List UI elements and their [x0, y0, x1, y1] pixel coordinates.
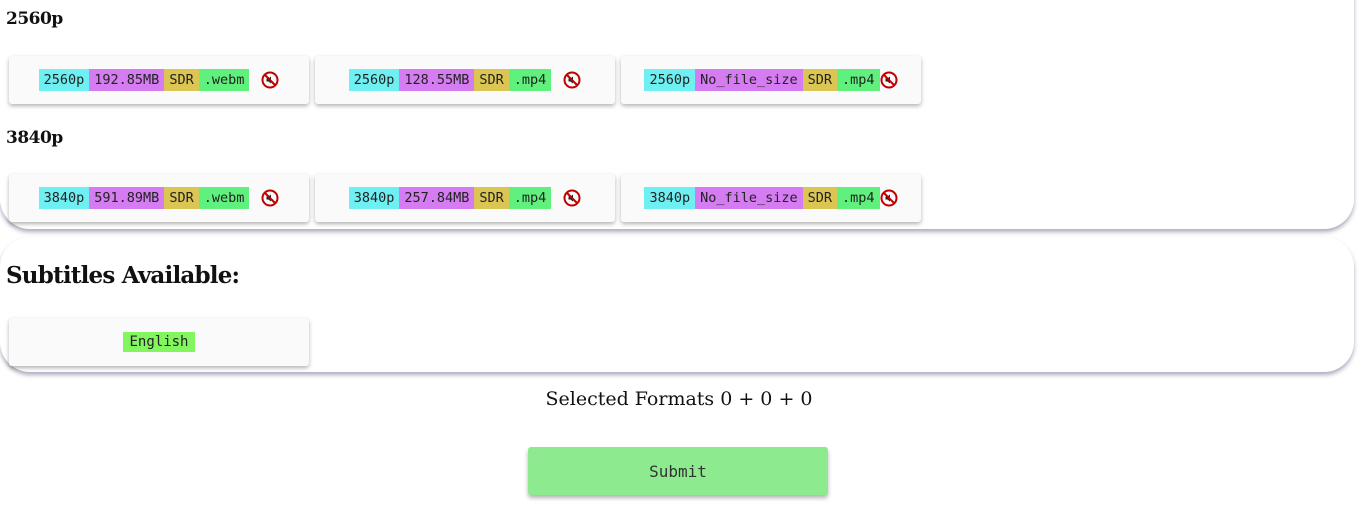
extension-tag: .webm: [198, 69, 250, 91]
format-card-3840p-mp4-nosize[interactable]: 3840p No_file_size SDR .mp4: [621, 174, 921, 222]
resolution-tag: 3840p: [38, 187, 90, 209]
resolution-tag: 3840p: [348, 187, 400, 209]
size-tag: 591.89MB: [89, 187, 165, 209]
hdr-tag: SDR: [164, 187, 199, 209]
subtitle-card-english[interactable]: English: [9, 318, 309, 366]
muted-speaker-icon: [880, 71, 898, 89]
language-tag: English: [123, 332, 195, 352]
resolution-tag: 2560p: [348, 69, 400, 91]
group-heading-2560p: 2560p: [6, 9, 63, 29]
format-tags: 2560p 128.55MB SDR .mp4: [348, 69, 552, 91]
format-tags: 3840p 257.84MB SDR .mp4: [348, 187, 552, 209]
hdr-tag: SDR: [474, 69, 509, 91]
hdr-tag: SDR: [474, 187, 509, 209]
hdr-tag: SDR: [164, 69, 199, 91]
size-tag: 257.84MB: [399, 187, 475, 209]
resolution-tag: 2560p: [38, 69, 90, 91]
muted-speaker-icon: [563, 189, 581, 207]
size-tag: No_file_size: [695, 69, 803, 91]
size-tag: 192.85MB: [89, 69, 165, 91]
extension-tag: .mp4: [837, 69, 880, 91]
hdr-tag: SDR: [802, 69, 838, 91]
size-tag: 128.55MB: [399, 69, 475, 91]
muted-speaker-icon: [261, 71, 279, 89]
extension-tag: .mp4: [837, 187, 880, 209]
format-card-3840p-mp4[interactable]: 3840p 257.84MB SDR .mp4: [315, 174, 615, 222]
muted-speaker-icon: [261, 189, 279, 207]
submit-button[interactable]: Submit: [528, 447, 828, 495]
selected-formats-text: Selected Formats 0 + 0 + 0: [545, 388, 813, 410]
extension-tag: .mp4: [508, 69, 552, 91]
format-card-3840p-webm[interactable]: 3840p 591.89MB SDR .webm: [9, 174, 309, 222]
extension-tag: .webm: [198, 187, 250, 209]
format-tags: 2560p 192.85MB SDR .webm: [38, 69, 250, 91]
hdr-tag: SDR: [802, 187, 838, 209]
muted-speaker-icon: [880, 189, 898, 207]
format-card-2560p-mp4-nosize[interactable]: 2560p No_file_size SDR .mp4: [621, 56, 921, 104]
format-tags: 3840p No_file_size SDR .mp4: [644, 187, 880, 209]
format-card-2560p-webm[interactable]: 2560p 192.85MB SDR .webm: [9, 56, 309, 104]
subtitles-heading: Subtitles Available:: [6, 262, 240, 289]
format-tags: 2560p No_file_size SDR .mp4: [644, 69, 880, 91]
format-card-2560p-mp4[interactable]: 2560p 128.55MB SDR .mp4: [315, 56, 615, 104]
resolution-tag: 2560p: [644, 69, 696, 91]
extension-tag: .mp4: [508, 187, 552, 209]
muted-speaker-icon: [563, 71, 581, 89]
size-tag: No_file_size: [695, 187, 803, 209]
resolution-tag: 3840p: [644, 187, 696, 209]
format-tags: 3840p 591.89MB SDR .webm: [38, 187, 250, 209]
group-heading-3840p: 3840p: [6, 128, 63, 148]
